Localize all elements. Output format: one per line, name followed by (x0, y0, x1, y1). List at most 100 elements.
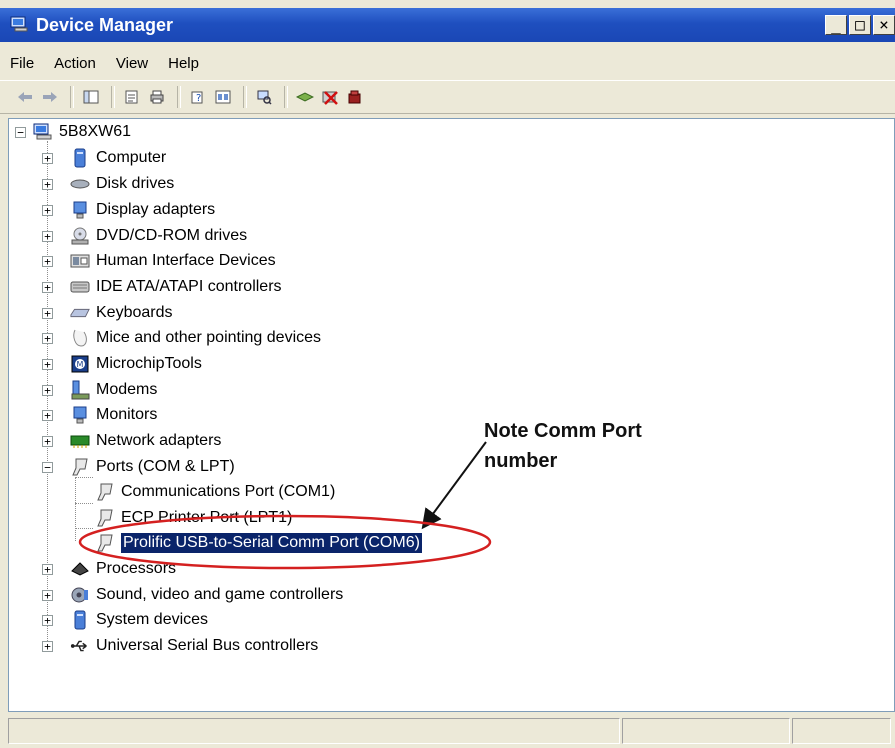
tree-node-label: Sound, video and game controllers (96, 586, 344, 603)
tree-child-com6-selected[interactable]: Prolific USB-to-Serial Comm Port (COM6) (95, 531, 422, 555)
expand-toggle[interactable]: + (42, 179, 53, 190)
expand-toggle[interactable]: + (42, 615, 53, 626)
port-icon (95, 482, 115, 502)
usb-icon (70, 636, 90, 656)
tree-node-dvd-drives[interactable]: + DVD/CD-ROM drives (42, 224, 247, 248)
expand-icon[interactable] (212, 86, 234, 108)
expand-toggle[interactable]: + (42, 231, 53, 242)
tree-node-label: IDE ATA/ATAPI controllers (96, 278, 282, 295)
tree-node-ide-controllers[interactable]: + IDE ATA/ATAPI controllers (42, 275, 282, 299)
console-tree-icon[interactable] (80, 86, 102, 108)
tree-node-usb-controllers[interactable]: + Universal Serial Bus controllers (42, 634, 318, 658)
mouse-icon (70, 328, 90, 348)
tree-node-label: Processors (96, 560, 177, 577)
tree-node-label: Display adapters (96, 201, 216, 218)
status-cell-main (8, 718, 620, 744)
expand-toggle[interactable]: + (42, 641, 53, 652)
help-icon[interactable]: ? (187, 86, 209, 108)
menu-file[interactable]: File (0, 55, 44, 72)
svg-text:M: M (77, 360, 84, 369)
computer-root-icon (33, 122, 53, 142)
tree-node-monitors[interactable]: + Monitors (42, 403, 157, 427)
toolbar-separator (177, 86, 181, 108)
display-adapter-icon (70, 200, 90, 220)
tree-node-label: Disk drives (96, 175, 175, 192)
annotation-line-2: number (484, 450, 558, 472)
tree-node-label: Computer (96, 149, 167, 166)
print-icon[interactable] (146, 86, 168, 108)
port-icon (95, 508, 115, 528)
expand-toggle[interactable]: + (42, 308, 53, 319)
title-bar[interactable]: Device Manager _ □ × (0, 8, 895, 42)
uninstall-icon[interactable] (344, 86, 366, 108)
tree-node-processors[interactable]: + Processors (42, 557, 176, 581)
microchip-icon: M (70, 354, 90, 374)
tree-node-computer[interactable]: + Computer (42, 146, 166, 170)
hid-icon (70, 251, 90, 271)
tree-root[interactable]: − 5B8XW61 (15, 120, 131, 144)
expand-toggle[interactable]: + (42, 359, 53, 370)
maximize-button[interactable]: □ (849, 15, 871, 35)
back-icon[interactable] (14, 86, 36, 108)
ide-controller-icon (70, 277, 90, 297)
tree-node-network-adapters[interactable]: + Network adapters (42, 429, 221, 453)
port-icon (70, 457, 90, 477)
tree-child-label: Prolific USB-to-Serial Comm Port (COM6) (121, 533, 422, 553)
expand-toggle[interactable]: + (42, 282, 53, 293)
tree-child-label: Communications Port (COM1) (121, 483, 336, 500)
tree-node-label: Monitors (96, 406, 158, 423)
modem-icon (70, 380, 90, 400)
menu-help[interactable]: Help (158, 55, 209, 72)
tree-node-keyboards[interactable]: + Keyboards (42, 301, 173, 325)
toolbar-separator (284, 86, 288, 108)
menu-view[interactable]: View (106, 55, 158, 72)
annotation-line-1: Note Comm Port (484, 420, 642, 442)
tree-node-label: Universal Serial Bus controllers (96, 637, 319, 654)
tree-node-hid[interactable]: + Human Interface Devices (42, 249, 276, 273)
processor-icon (70, 559, 90, 579)
window-title: Device Manager (36, 15, 174, 35)
port-icon (95, 533, 115, 553)
properties-icon[interactable] (121, 86, 143, 108)
device-tree-panel[interactable]: − 5B8XW61 + Computer + Disk drives + Dis… (8, 118, 895, 712)
expand-toggle[interactable]: + (42, 410, 53, 421)
system-device-icon (70, 610, 90, 630)
minimize-button[interactable]: _ (825, 15, 847, 35)
expand-toggle[interactable]: + (42, 590, 53, 601)
expand-toggle[interactable]: + (42, 436, 53, 447)
expand-toggle[interactable]: + (42, 385, 53, 396)
sound-icon (70, 585, 90, 605)
collapse-toggle[interactable]: − (42, 462, 53, 473)
tree-child-com1[interactable]: Communications Port (COM1) (95, 480, 335, 504)
expand-toggle[interactable]: + (42, 256, 53, 267)
tree-child-lpt1[interactable]: ECP Printer Port (LPT1) (95, 506, 292, 530)
tree-node-modems[interactable]: + Modems (42, 378, 157, 402)
close-button[interactable]: × (873, 15, 895, 35)
update-driver-icon[interactable] (294, 86, 316, 108)
tree-node-label: Human Interface Devices (96, 252, 276, 269)
tree-node-microchiptools[interactable]: + M MicrochipTools (42, 352, 202, 376)
device-manager-window: Device Manager _ □ × File Action View He… (0, 0, 895, 748)
collapse-toggle[interactable]: − (15, 127, 26, 138)
tree-node-mice[interactable]: + Mice and other pointing devices (42, 326, 321, 350)
status-cell-3 (792, 718, 891, 744)
device-manager-icon (10, 16, 28, 32)
expand-toggle[interactable]: + (42, 564, 53, 575)
tree-node-sound[interactable]: + Sound, video and game controllers (42, 583, 343, 607)
expand-toggle[interactable]: + (42, 333, 53, 344)
expand-toggle[interactable]: + (42, 205, 53, 216)
expand-toggle[interactable]: + (42, 153, 53, 164)
forward-icon[interactable] (39, 86, 61, 108)
tree-node-label: DVD/CD-ROM drives (96, 227, 248, 244)
menu-action[interactable]: Action (44, 55, 106, 72)
disable-icon[interactable] (319, 86, 341, 108)
tree-line (75, 503, 93, 504)
tree-node-display-adapters[interactable]: + Display adapters (42, 198, 215, 222)
tree-node-disk-drives[interactable]: + Disk drives (42, 172, 174, 196)
keyboard-icon (70, 303, 90, 323)
tree-node-label: Network adapters (96, 432, 222, 449)
tree-line (75, 477, 76, 541)
scan-hardware-icon[interactable] (253, 86, 275, 108)
tree-node-system-devices[interactable]: + System devices (42, 608, 208, 632)
tree-node-ports[interactable]: − Ports (COM & LPT) (42, 455, 235, 479)
